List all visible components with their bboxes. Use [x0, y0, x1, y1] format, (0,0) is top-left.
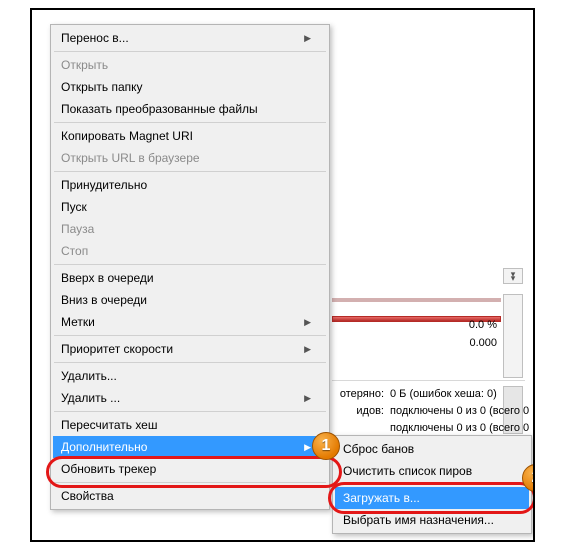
- menu-delete-adv-label: Удалить ...: [61, 391, 120, 405]
- submenu-choose-dest[interactable]: Выбрать имя назначения...: [335, 509, 529, 531]
- annotation-number-1: 1: [312, 432, 340, 460]
- submenu-arrow-icon: ▶: [304, 317, 311, 328]
- menu-properties[interactable]: Свойства: [53, 485, 327, 507]
- info-peers-label: идов:: [334, 403, 390, 420]
- scrollbar-track[interactable]: [503, 294, 523, 378]
- menu-labels[interactable]: Метки ▶: [53, 311, 327, 333]
- menu-recalc-hash-label: Пересчитать хеш: [61, 418, 158, 432]
- submenu-advanced: Сброс банов Очистить список пиров Загруж…: [332, 435, 532, 534]
- submenu-arrow-icon: ▶: [304, 33, 311, 44]
- menu-queue-up[interactable]: Вверх в очереди: [53, 267, 327, 289]
- stat-value: 0.000: [437, 334, 497, 352]
- menu-stop-label: Стоп: [61, 244, 88, 258]
- info-lost-value: 0 Б (ошибок хеша: 0): [390, 386, 497, 403]
- submenu-arrow-icon: ▶: [304, 442, 311, 453]
- stat-percent: 0.0 %: [437, 316, 497, 334]
- menu-recalc-hash[interactable]: Пересчитать хеш: [53, 414, 327, 436]
- menu-advanced[interactable]: Дополнительно ▶: [53, 436, 327, 458]
- submenu-download-to[interactable]: Загружать в...: [335, 487, 529, 509]
- menu-transfer-label: Перенос в...: [61, 31, 129, 45]
- info-lost-label: отеряно:: [334, 386, 390, 403]
- context-menu: Перенос в... ▶ Открыть Открыть папку Пок…: [50, 24, 330, 510]
- submenu-download-to-label: Загружать в...: [343, 491, 420, 505]
- menu-open-folder-label: Открыть папку: [61, 80, 143, 94]
- menu-show-converted[interactable]: Показать преобразованные файлы: [53, 98, 327, 120]
- submenu-arrow-icon: ▶: [304, 344, 311, 355]
- menu-refresh-tracker-label: Обновить трекер: [61, 462, 156, 476]
- menu-open-url: Открыть URL в браузере: [53, 147, 327, 169]
- menu-properties-label: Свойства: [61, 489, 114, 503]
- submenu-choose-dest-label: Выбрать имя назначения...: [343, 513, 494, 527]
- menu-pause-label: Пауза: [61, 222, 94, 236]
- submenu-reset-bans[interactable]: Сброс банов: [335, 438, 529, 460]
- submenu-clear-peers[interactable]: Очистить список пиров: [335, 460, 529, 482]
- menu-start-label: Пуск: [61, 200, 87, 214]
- dropdown-toggle[interactable]: ▾▾: [503, 268, 523, 284]
- menu-open-label: Открыть: [61, 58, 108, 72]
- menu-queue-down-label: Вниз в очереди: [61, 293, 147, 307]
- menu-stop: Стоп: [53, 240, 327, 262]
- menu-refresh-tracker[interactable]: Обновить трекер: [53, 458, 327, 480]
- menu-advanced-label: Дополнительно: [61, 440, 147, 454]
- menu-queue-up-label: Вверх в очереди: [61, 271, 154, 285]
- menu-delete-label: Удалить...: [61, 369, 117, 383]
- submenu-clear-peers-label: Очистить список пиров: [343, 464, 472, 478]
- menu-copy-magnet-label: Копировать Magnet URI: [61, 129, 193, 143]
- menu-force[interactable]: Принудительно: [53, 174, 327, 196]
- menu-copy-magnet[interactable]: Копировать Magnet URI: [53, 125, 327, 147]
- menu-start[interactable]: Пуск: [53, 196, 327, 218]
- menu-open-folder[interactable]: Открыть папку: [53, 76, 327, 98]
- menu-speed-priority[interactable]: Приоритет скорости ▶: [53, 338, 327, 360]
- chevron-down-icon: ▾▾: [511, 272, 516, 280]
- menu-open: Открыть: [53, 54, 327, 76]
- submenu-arrow-icon: ▶: [304, 393, 311, 404]
- progress-row-1: [332, 298, 501, 302]
- menu-speed-priority-label: Приоритет скорости: [61, 342, 173, 356]
- info-peers-value: подключены 0 из 0 (всего 0: [390, 403, 529, 420]
- menu-delete-adv[interactable]: Удалить ... ▶: [53, 387, 327, 409]
- info-panel: отеряно: 0 Б (ошибок хеша: 0) идов: подк…: [334, 386, 529, 437]
- menu-force-label: Принудительно: [61, 178, 147, 192]
- menu-queue-down[interactable]: Вниз в очереди: [53, 289, 327, 311]
- menu-open-url-label: Открыть URL в браузере: [61, 151, 200, 165]
- menu-labels-label: Метки: [61, 315, 95, 329]
- submenu-reset-bans-label: Сброс банов: [343, 442, 414, 456]
- menu-transfer[interactable]: Перенос в... ▶: [53, 27, 327, 49]
- menu-show-converted-label: Показать преобразованные файлы: [61, 102, 258, 116]
- menu-pause: Пауза: [53, 218, 327, 240]
- menu-delete[interactable]: Удалить...: [53, 365, 327, 387]
